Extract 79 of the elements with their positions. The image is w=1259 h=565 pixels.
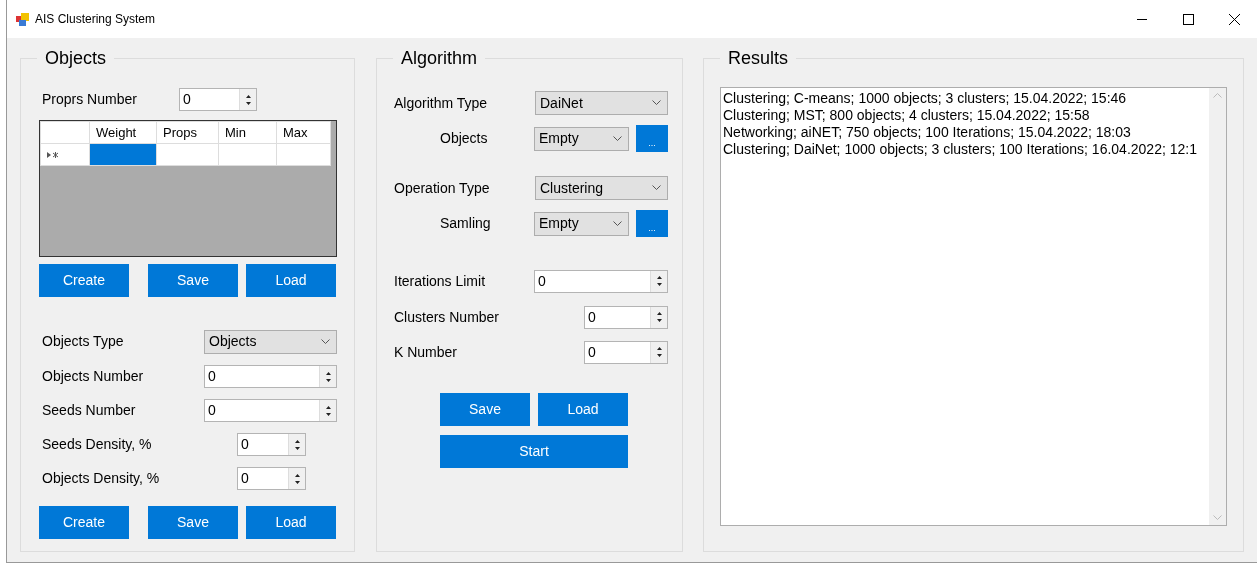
number-field[interactable]: 0 [534,269,668,293]
field-label: Objects Density, % [42,469,161,488]
field-label: K Number [394,342,459,362]
field-label: Seeds Number [42,401,137,420]
chevron-down-icon [652,100,661,106]
chevron-down-icon [321,338,330,345]
spin-button[interactable] [288,468,305,489]
number-field[interactable]: 0 [237,433,306,456]
spin-arrows-icon [655,310,663,324]
field-label: Proprs Number [42,90,138,109]
spin-arrows-icon [655,345,663,359]
result-line[interactable]: Clustering; DaiNet; 1000 objects; 3 clusters; 100 Iterations; 16.04.2022; 12:1 [723,141,1207,158]
dropdown[interactable]: Clustering [535,176,668,200]
new-row-icon [47,152,60,159]
results-list[interactable] [720,87,1227,526]
spin-button[interactable] [288,434,305,455]
field-label: Algorithm Type [394,93,489,113]
field-label: Seeds Density, % [42,435,153,454]
action-button[interactable]: Save [148,506,238,539]
spin-arrows-icon [293,471,301,486]
number-field[interactable]: 0 [584,305,668,329]
dropdown[interactable]: Objects [204,329,337,354]
grid-cell[interactable] [156,143,219,166]
grid-cell[interactable] [276,143,331,166]
result-line[interactable]: Clustering; C-means; 1000 objects; 3 clusters; 15.04.2022; 15:46 [723,90,1207,107]
maximize-icon [1182,13,1194,25]
action-button[interactable]: Save [440,393,530,426]
start-button[interactable]: Start [440,435,628,468]
chevron-down-icon [652,185,661,191]
spin-arrows-icon [655,274,663,288]
spin-button[interactable] [650,341,667,363]
spin-button[interactable] [650,270,667,292]
chevron-down-icon [613,135,622,142]
field-label: Clusters Number [394,307,501,327]
column-header[interactable]: Weight [89,121,157,144]
dropdown[interactable]: Empty [534,211,629,236]
browse-button[interactable]: ... [636,125,668,152]
action-button[interactable]: Save [148,264,238,297]
chevron-up-icon [1213,92,1222,98]
column-header[interactable]: Min [218,121,277,144]
field-label: Samling [439,214,492,233]
window-title: AIS Clustering System [35,11,156,28]
spin-arrows-icon [293,437,301,452]
number-field[interactable]: 0 [204,399,337,422]
spin-button[interactable] [239,89,256,110]
spin-arrows-icon [244,92,252,107]
action-button[interactable]: Create [39,506,129,539]
chevron-down-icon [613,220,622,227]
spin-button[interactable] [319,400,336,421]
action-button[interactable]: Load [246,506,336,539]
number-field[interactable]: 0 [179,88,257,111]
field-label: Objects [439,129,489,148]
action-button[interactable]: Create [39,264,129,297]
data-grid[interactable]: Weight Props Min Max [39,120,337,257]
scrollbar[interactable] [1209,88,1226,525]
action-button[interactable]: Load [538,393,628,426]
spin-arrows-icon [324,369,332,384]
result-line[interactable]: Networking; aiNET; 750 objects; 100 Iterations; 15.04.2022; 18:03 [723,124,1207,141]
dropdown[interactable]: Empty [534,126,629,151]
field-label: Iterations Limit [394,271,487,291]
grid-cell[interactable] [218,143,277,166]
field-label: Objects Type [42,332,125,351]
app-icon [16,12,29,26]
chevron-down-icon [1213,515,1222,521]
close-icon [1228,13,1240,25]
spin-button[interactable] [319,366,336,387]
field-label: Objects Number [42,367,145,386]
number-field[interactable]: 0 [584,340,668,364]
spin-button[interactable] [650,306,667,328]
spin-arrows-icon [324,403,332,418]
dropdown[interactable]: DaiNet [535,91,668,115]
action-button[interactable]: Load [246,264,336,297]
column-header[interactable]: Max [276,121,331,144]
number-field[interactable]: 0 [237,467,306,490]
result-line[interactable]: Clustering; MST; 800 objects; 4 clusters; 15.04.2022; 15:58 [723,107,1207,124]
column-header[interactable]: Props [156,121,219,144]
number-field[interactable]: 0 [204,365,337,388]
browse-button[interactable]: ... [636,210,668,237]
field-label: Operation Type [394,178,491,198]
